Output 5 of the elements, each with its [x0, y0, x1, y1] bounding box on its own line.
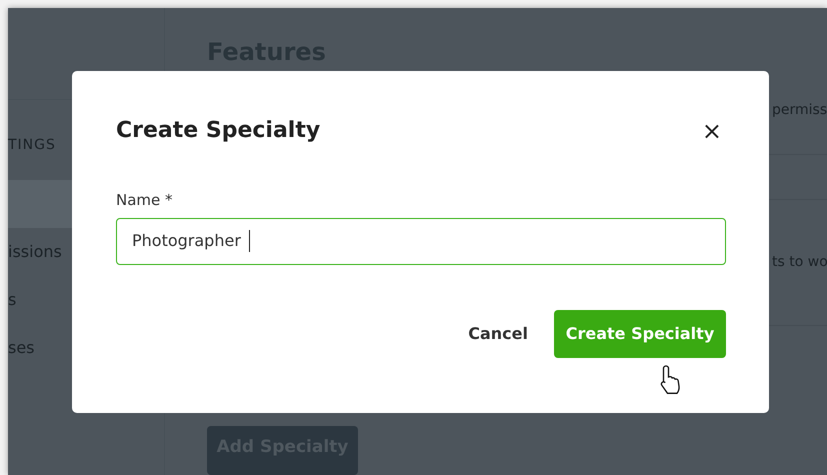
field-label: Name *	[116, 190, 174, 212]
close-button[interactable]: ×	[698, 119, 726, 144]
name-input-field[interactable]: Photographer	[116, 218, 726, 265]
modal-title: Create Specialty	[116, 118, 320, 144]
cancel-button[interactable]: Cancel	[458, 316, 538, 352]
